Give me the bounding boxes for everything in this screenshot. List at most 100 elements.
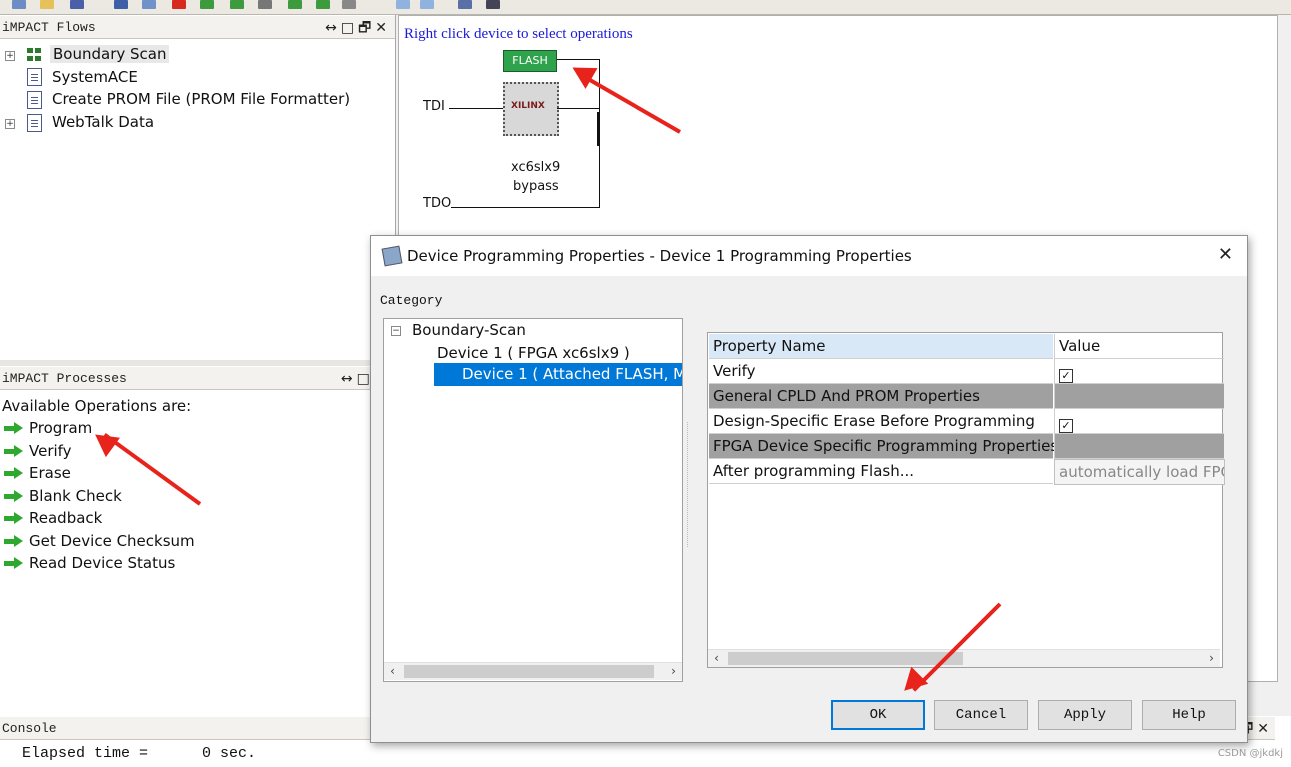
green-arrow-icon xyxy=(4,422,24,434)
property-value-cell[interactable]: automatically load FPG xyxy=(1054,459,1225,485)
checkbox[interactable]: ✓ xyxy=(1059,369,1073,383)
operation-item[interactable]: Program xyxy=(4,419,92,437)
property-value-cell[interactable]: ✓ xyxy=(1054,359,1224,384)
grid-property-row[interactable]: After programming Flash... automatically … xyxy=(709,459,1225,485)
processes-panel-header: iMPACT Processes ↔□🗗 xyxy=(0,366,395,390)
canvas-hint: Right click device to select operations xyxy=(404,26,633,42)
console-output-line: Elapsed time = 0 sec. xyxy=(22,745,257,762)
operation-item[interactable]: Readback xyxy=(4,509,102,527)
header-value: Value xyxy=(1054,334,1224,359)
operation-label: Verify xyxy=(29,441,72,460)
watermark: CSDN @jkdkj xyxy=(1217,748,1283,759)
fpga-chip[interactable]: XILINX xyxy=(503,82,559,136)
cut-icon[interactable] xyxy=(114,0,128,9)
grid-property-row[interactable]: Design-Specific Erase Before Programming… xyxy=(709,409,1224,434)
apply-button[interactable]: Apply xyxy=(1038,700,1132,730)
property-name: Verify xyxy=(709,359,1053,384)
cancel-button[interactable]: Cancel xyxy=(934,700,1028,730)
grid-property-row[interactable]: Verify ✓ xyxy=(709,359,1224,384)
tdi-label: TDI xyxy=(423,99,445,114)
open-folder-icon[interactable] xyxy=(40,0,54,9)
scroll-thumb[interactable] xyxy=(728,652,963,665)
flow-boundary-scan[interactable]: Boundary Scan xyxy=(50,45,170,63)
processes-panel-title: iMPACT Processes xyxy=(2,371,127,386)
document-icon xyxy=(27,114,42,132)
processes-panel: iMPACT Processes ↔□🗗 Available Operation… xyxy=(0,366,396,716)
xilinx-logo: XILINX xyxy=(511,101,545,111)
document-icon xyxy=(27,91,42,109)
scroll-right-icon[interactable]: › xyxy=(1203,650,1220,667)
property-name: After programming Flash... xyxy=(709,459,1053,484)
delete-icon[interactable] xyxy=(172,0,186,9)
property-name: Design-Specific Erase Before Programming xyxy=(709,409,1053,434)
operation-item[interactable]: Blank Check xyxy=(4,487,122,505)
chain-line xyxy=(557,108,599,109)
ok-button[interactable]: OK xyxy=(831,700,925,730)
tree-horizontal-scrollbar[interactable]: ‹ › xyxy=(384,662,682,680)
panel-window-buttons[interactable]: ↔□🗗✕ xyxy=(325,17,391,41)
operation-item[interactable]: Erase xyxy=(4,464,71,482)
save-icon[interactable] xyxy=(70,0,84,9)
property-name: FPGA Device Specific Programming Propert… xyxy=(709,434,1058,459)
scroll-thumb[interactable] xyxy=(404,665,654,678)
tool-icon-1[interactable] xyxy=(200,0,214,9)
scroll-left-icon[interactable]: ‹ xyxy=(708,650,725,667)
expand-boundary-scan[interactable]: + xyxy=(5,51,15,61)
flows-panel-header: iMPACT Flows ↔□🗗✕ xyxy=(0,15,395,39)
category-label: Category xyxy=(380,293,443,308)
flash-label: FLASH xyxy=(512,54,548,67)
grid-horizontal-scrollbar[interactable]: ‹ › xyxy=(708,649,1220,667)
new-file-icon[interactable] xyxy=(12,0,26,9)
dialog-title: Device Programming Properties - Device 1… xyxy=(407,247,912,265)
flows-panel: iMPACT Flows ↔□🗗✕ + Boundary Scan System… xyxy=(0,15,396,360)
flow-create-prom-file[interactable]: Create PROM File (PROM File Formatter) xyxy=(52,90,350,108)
grid-header: Property Name Value xyxy=(709,334,1224,359)
flow-webtalk-data[interactable]: WebTalk Data xyxy=(52,113,154,131)
operation-item[interactable]: Verify xyxy=(4,442,72,460)
window-icon-1[interactable] xyxy=(396,0,410,9)
tree-device-1-flash-selected[interactable]: Device 1 ( Attached FLASH, M2 xyxy=(434,363,682,386)
operation-label: Blank Check xyxy=(29,486,122,505)
property-value[interactable]: automatically load FPG xyxy=(1059,463,1224,481)
collapse-boundary-scan[interactable]: − xyxy=(391,326,401,336)
dialog-title-bar: Device Programming Properties - Device 1… xyxy=(371,236,1247,276)
grid-splitter[interactable] xyxy=(687,422,690,547)
tool-icon-6[interactable] xyxy=(342,0,356,9)
copy-icon[interactable] xyxy=(142,0,156,9)
tree-device-1-fpga[interactable]: Device 1 ( FPGA xc6slx9 ) xyxy=(437,344,630,362)
category-tree[interactable]: − Boundary-Scan Device 1 ( FPGA xc6slx9 … xyxy=(383,318,683,682)
chain-line xyxy=(597,112,600,146)
device-name: xc6slx9 xyxy=(511,160,561,175)
tool-icon-4[interactable] xyxy=(288,0,302,9)
document-icon xyxy=(27,68,42,86)
close-icon[interactable]: ✕ xyxy=(1218,244,1233,265)
tdo-label: TDO xyxy=(423,196,452,211)
scroll-left-icon[interactable]: ‹ xyxy=(384,663,401,680)
operation-label: Readback xyxy=(29,509,103,527)
tree-selected-label: Device 1 ( Attached FLASH, M2 xyxy=(462,365,682,383)
expand-webtalk-data[interactable]: + xyxy=(5,119,15,129)
flows-panel-title: iMPACT Flows xyxy=(2,20,96,35)
operation-item[interactable]: Read Device Status xyxy=(4,554,175,572)
tdi-line xyxy=(449,108,503,109)
flash-device[interactable]: FLASH xyxy=(503,50,557,72)
grid-section-row: FPGA Device Specific Programming Propert… xyxy=(709,434,1224,459)
property-value-cell[interactable]: ✓ xyxy=(1054,409,1224,434)
property-grid: Property Name Value Verify ✓ General CPLD … xyxy=(707,332,1225,668)
window-icon-2[interactable] xyxy=(420,0,434,9)
tool-icon-2[interactable] xyxy=(230,0,244,9)
checkbox[interactable]: ✓ xyxy=(1059,419,1073,433)
operation-item[interactable]: Get Device Checksum xyxy=(4,532,195,550)
flow-systemace[interactable]: SystemACE xyxy=(52,68,138,86)
tree-root-boundary-scan[interactable]: Boundary-Scan xyxy=(412,321,526,339)
scroll-right-icon[interactable]: › xyxy=(665,663,682,680)
green-arrow-icon xyxy=(4,557,24,569)
tool-icon-5[interactable] xyxy=(316,0,330,9)
console-title: Console xyxy=(2,721,57,736)
help-pointer-icon[interactable] xyxy=(486,0,500,9)
property-value-cell[interactable] xyxy=(1054,384,1224,409)
tool-icon-3[interactable] xyxy=(258,0,272,9)
wrench-icon[interactable] xyxy=(458,0,472,9)
help-button[interactable]: Help xyxy=(1142,700,1236,730)
property-value-cell[interactable] xyxy=(1054,434,1224,459)
